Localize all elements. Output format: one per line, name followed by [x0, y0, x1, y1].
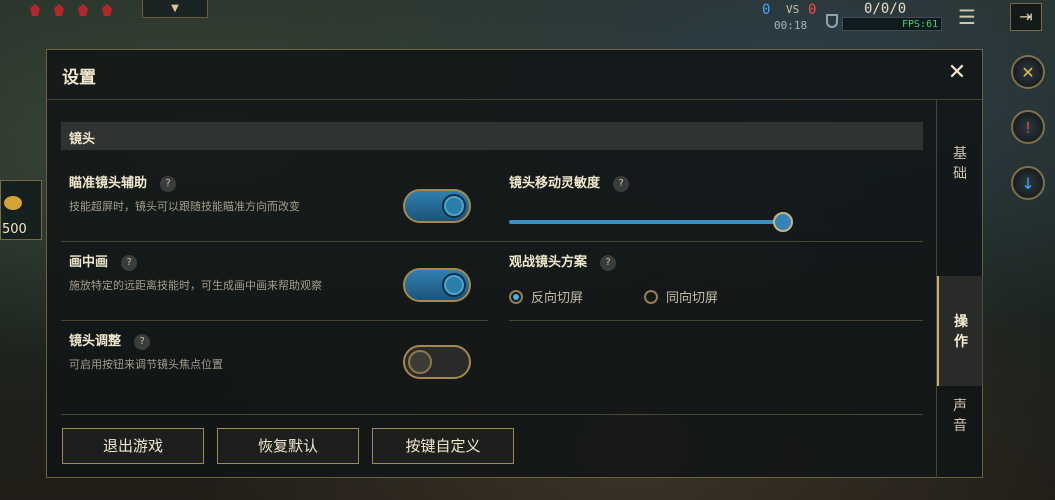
slider-fill	[509, 220, 783, 224]
gold-amount: 500	[2, 222, 27, 237]
aim-assist-label: 瞄准镜头辅助	[69, 176, 148, 191]
tower-icon	[30, 4, 40, 16]
tower-icon	[102, 4, 112, 16]
gold-coin-icon	[4, 196, 22, 210]
help-icon[interactable]: ?	[160, 176, 177, 192]
dialog-title: 设置	[62, 68, 96, 88]
restore-defaults-button[interactable]: 恢复默认	[217, 428, 359, 464]
row-divider	[509, 320, 923, 321]
tower-icon	[54, 4, 64, 16]
row-divider	[61, 241, 923, 242]
red-team-kills: 0	[808, 2, 817, 18]
slider-thumb[interactable]	[773, 212, 793, 232]
toggle-knob	[408, 350, 432, 374]
pip-setting: 画中画 ? 施放特定的远距离技能时，可生成画中画来帮助观察	[69, 251, 322, 293]
spectator-setting: 观战镜头方案 ?	[509, 251, 617, 271]
help-icon[interactable]: ?	[121, 255, 138, 271]
sensitivity-setting: 镜头移动灵敏度 ?	[509, 172, 630, 192]
close-button[interactable]: ✕	[944, 60, 970, 86]
toggle-knob	[442, 273, 466, 297]
camera-adjust-toggle[interactable]	[403, 345, 471, 379]
pip-description: 施放特定的远距离技能时，可生成画中画来帮助观察	[69, 279, 322, 292]
aim-assist-setting: 瞄准镜头辅助 ? 技能超屏时，镜头可以跟随技能瞄准方向而改变	[69, 172, 300, 214]
tab-sound[interactable]: 声音	[937, 396, 983, 436]
settings-side-tabs: 基础 操作 声音	[936, 100, 983, 478]
sensitivity-slider[interactable]	[509, 212, 793, 232]
help-icon[interactable]: ?	[134, 334, 151, 350]
radio-button[interactable]	[644, 289, 658, 304]
blue-team-kills: 0	[762, 2, 771, 18]
radio-reverse-switch[interactable]: 反向切屏	[509, 287, 583, 306]
retreat-ping-button[interactable]: ↓	[1011, 166, 1045, 200]
section-header: 镜头	[61, 122, 923, 150]
exit-icon[interactable]: ⇥	[1010, 3, 1042, 31]
radio-button-selected[interactable]	[509, 289, 523, 304]
game-timer: 00:18	[774, 19, 808, 32]
warning-ping-button[interactable]: !	[1011, 110, 1045, 144]
spectator-label: 观战镜头方案	[509, 255, 588, 270]
section-title: 镜头	[69, 132, 96, 147]
tower-icon	[78, 4, 88, 16]
camera-adjust-setting: 镜头调整 ? 可启用按钮来调节镜头焦点位置	[69, 330, 223, 372]
exclamation-icon: !	[1024, 117, 1032, 137]
exit-game-button[interactable]: 退出游戏	[62, 428, 204, 464]
tab-label: 基础	[953, 146, 967, 182]
minimap-collapse-button[interactable]: ▼	[142, 0, 208, 18]
tab-basic[interactable]: 基础	[937, 144, 983, 184]
aim-assist-description: 技能超屏时，镜头可以跟随技能瞄准方向而改变	[69, 200, 300, 213]
fps-readout: FPS:61	[902, 19, 939, 30]
pip-toggle[interactable]	[403, 268, 471, 302]
camera-adjust-label: 镜头调整	[69, 334, 122, 349]
radio-label: 反向切屏	[531, 291, 584, 306]
sensitivity-label: 镜头移动灵敏度	[509, 176, 601, 191]
help-icon[interactable]: ?	[613, 176, 630, 192]
cross-icon: ✕	[1021, 62, 1035, 82]
tab-label: 声音	[953, 398, 967, 434]
kda-readout: 0/0/0	[864, 1, 907, 17]
tab-controls[interactable]: 操作	[937, 276, 983, 386]
help-icon[interactable]: ?	[600, 255, 617, 271]
vs-label: VS	[786, 3, 800, 16]
chevron-down-icon: ▼	[171, 3, 179, 14]
camera-adjust-description: 可启用按钮来调节镜头焦点位置	[69, 358, 223, 371]
arrow-down-icon: ↓	[1021, 173, 1035, 193]
cancel-ping-button[interactable]: ✕	[1011, 55, 1045, 89]
shield-icon	[826, 14, 838, 28]
toggle-knob	[442, 194, 466, 218]
row-divider	[61, 320, 488, 321]
scoreboard[interactable]: 0 VS 0 0/0/0 00:18 FPS:61	[742, 0, 942, 34]
tab-label: 操作	[954, 314, 968, 350]
dialog-header: 设置 ✕	[47, 50, 982, 100]
settings-dialog: 设置 ✕ 镜头 瞄准镜头辅助 ? 技能超屏时，镜头可以跟随技能瞄准方向而改变 镜…	[46, 49, 983, 478]
radio-label: 同向切屏	[666, 291, 719, 306]
radio-same-switch[interactable]: 同向切屏	[644, 287, 718, 306]
customize-keys-button[interactable]: 按键自定义	[372, 428, 514, 464]
aim-assist-toggle[interactable]	[403, 189, 471, 223]
camera-settings-panel: 镜头 瞄准镜头辅助 ? 技能超屏时，镜头可以跟随技能瞄准方向而改变 镜头移动灵敏…	[61, 122, 923, 422]
row-divider	[61, 414, 923, 415]
menu-icon[interactable]: ☰	[958, 7, 982, 28]
pip-label: 画中画	[69, 255, 109, 270]
